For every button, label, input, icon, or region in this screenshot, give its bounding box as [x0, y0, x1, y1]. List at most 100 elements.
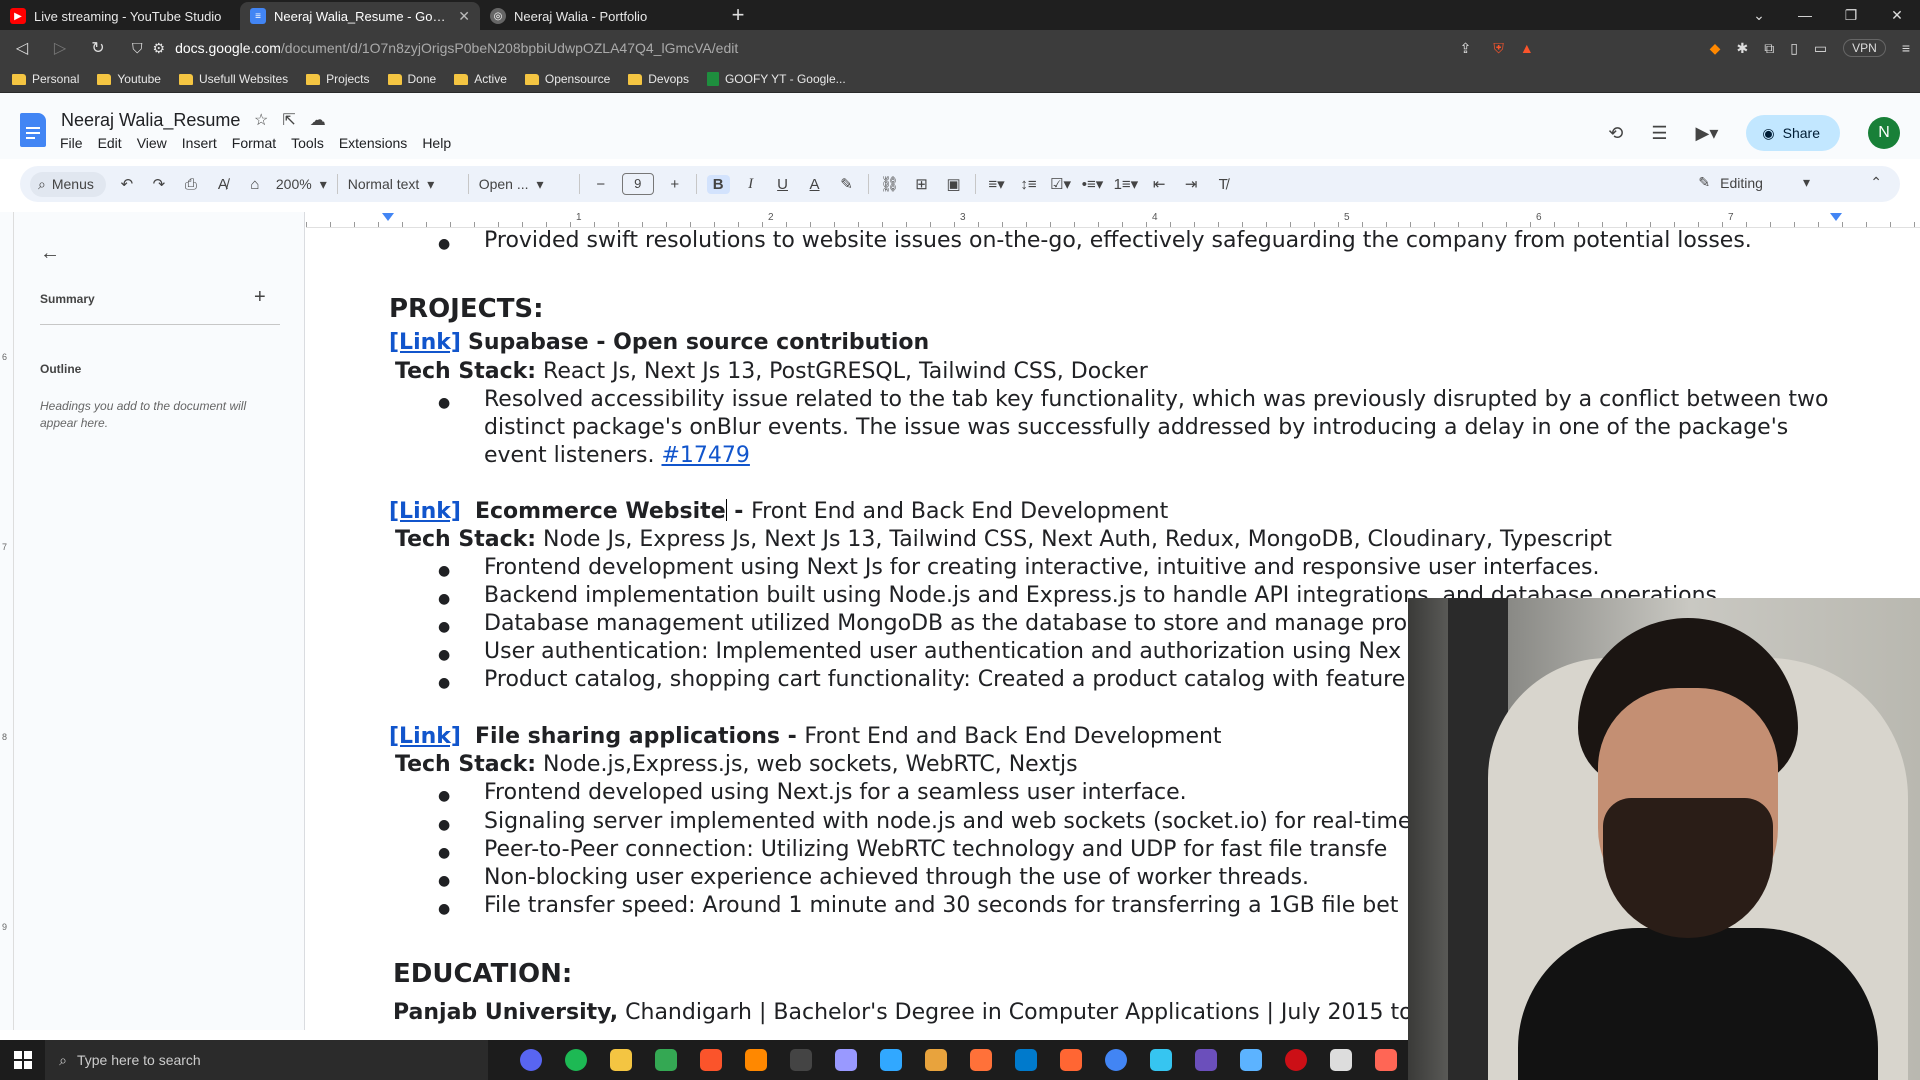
taskbar-app-icon[interactable] [1273, 1040, 1318, 1080]
version-history-icon[interactable]: ⟲ [1608, 123, 1623, 144]
chevron-down-icon[interactable]: ⌄ [1736, 0, 1782, 30]
new-tab-button[interactable]: + [720, 2, 756, 30]
body-line[interactable]: Peer-to-Peer connection: Utilizing WebRT… [484, 837, 1387, 862]
star-icon[interactable]: ☆ [254, 110, 268, 130]
menu-view[interactable]: View [137, 135, 167, 151]
move-icon[interactable]: ⇱ [282, 110, 295, 130]
tech-stack-line[interactable]: Tech Stack: Node Js, Express Js, Next Js… [395, 527, 1612, 552]
line-spacing-icon[interactable]: ↕≡ [1018, 176, 1040, 193]
tech-stack-line[interactable]: Tech Stack: React Js, Next Js 13, PostGR… [395, 359, 1148, 384]
text-color-icon[interactable]: A [804, 176, 826, 193]
link-icon[interactable]: ⛓ [879, 175, 901, 193]
body-line[interactable]: Resolved accessibility issue related to … [484, 387, 1828, 412]
metamask-icon[interactable]: ◆ [1710, 40, 1721, 57]
share-page-icon[interactable]: ⇪ [1460, 40, 1472, 57]
taskbar-app-icon[interactable] [778, 1040, 823, 1080]
close-window-icon[interactable]: ✕ [1874, 0, 1920, 30]
clear-formatting-icon[interactable]: T̸ [1212, 176, 1234, 193]
menu-help[interactable]: Help [422, 135, 451, 151]
body-line[interactable]: File transfer speed: Around 1 minute and… [484, 893, 1398, 918]
comments-icon[interactable]: ☰ [1651, 123, 1667, 144]
italic-icon[interactable]: I [740, 176, 762, 193]
project-link[interactable]: [Link] [389, 330, 461, 355]
sidebar-icon[interactable]: ▯ [1790, 40, 1798, 57]
tech-stack-line[interactable]: Tech Stack: Node.js,Express.js, web sock… [395, 752, 1078, 777]
minimize-icon[interactable]: — [1782, 0, 1828, 30]
zoom-select[interactable]: 200% ▾ [276, 176, 327, 193]
increase-font-size-icon[interactable]: + [664, 176, 686, 193]
share-button[interactable]: ◉ Share [1746, 115, 1840, 151]
body-line[interactable]: event listeners. #17479 [484, 443, 750, 468]
vpn-button[interactable]: VPN [1843, 39, 1886, 57]
chevron-up-icon[interactable]: ⌃ [1870, 174, 1882, 191]
education-line[interactable]: Panjab University, Chandigarh | Bachelor… [393, 1000, 1413, 1025]
body-line[interactable]: Database management utilized MongoDB as … [484, 611, 1407, 636]
decrease-indent-icon[interactable]: ⇤ [1148, 175, 1170, 193]
project-link[interactable]: [Link] [389, 499, 461, 524]
insert-image-icon[interactable]: ▣ [943, 175, 965, 193]
body-line[interactable]: Signaling server implemented with node.j… [484, 809, 1411, 834]
forward-icon[interactable]: ▷ [48, 38, 72, 58]
bookmark-sheet[interactable]: GOOFY YT - Google... [706, 72, 846, 86]
taskbar-app-icon[interactable] [1003, 1040, 1048, 1080]
decrease-font-size-icon[interactable]: − [590, 176, 612, 193]
menu-file[interactable]: File [60, 135, 83, 151]
bulleted-list-icon[interactable]: •≡▾ [1082, 175, 1104, 193]
windows-start-button[interactable] [0, 1040, 45, 1080]
maximize-icon[interactable]: ❐ [1828, 0, 1874, 30]
taskbar-app-icon[interactable] [823, 1040, 868, 1080]
cloud-status-icon[interactable]: ☁ [310, 110, 326, 130]
taskbar-app-icon[interactable] [733, 1040, 778, 1080]
add-comment-icon[interactable]: ⊞ [911, 175, 933, 193]
project-title-line[interactable]: [Link] File sharing applications - Front… [389, 724, 1222, 749]
body-line[interactable]: distinct package's onBlur events. The is… [484, 415, 1788, 440]
wallet-icon[interactable]: ▭ [1814, 40, 1827, 57]
body-line[interactable]: Non-blocking user experience achieved th… [484, 865, 1309, 890]
meet-icon[interactable]: ▶▾ [1696, 123, 1719, 144]
menu-format[interactable]: Format [232, 135, 276, 151]
bookmark-folder[interactable]: Devops [628, 72, 689, 86]
back-icon[interactable]: ◁ [10, 38, 34, 58]
tab-resume-doc[interactable]: ≡ Neeraj Walia_Resume - Google D ✕ [240, 2, 480, 30]
taskbar-app-icon[interactable] [553, 1040, 598, 1080]
taskbar-app-icon[interactable] [868, 1040, 913, 1080]
bold-icon[interactable]: B [706, 174, 730, 194]
bookmark-folder[interactable]: Projects [306, 72, 370, 86]
body-line[interactable]: Frontend developed using Next.js for a s… [484, 780, 1187, 805]
document-title[interactable]: Neeraj Walia_Resume [61, 110, 240, 131]
bookmark-folder[interactable]: Opensource [524, 72, 610, 86]
reload-icon[interactable]: ↻ [86, 38, 110, 58]
bookmark-folder[interactable]: Active [454, 72, 507, 86]
paint-format-icon[interactable]: ⌂ [244, 176, 266, 193]
site-info-icon[interactable]: ⚙ [153, 40, 166, 57]
url-field[interactable]: ⛉ ⚙ docs.google.com/document/d/1O7n8zyjO… [124, 34, 1480, 62]
bookmark-folder[interactable]: Done [387, 72, 436, 86]
menu-edit[interactable]: Edit [98, 135, 122, 151]
url-text[interactable]: docs.google.com/document/d/1O7n8zyjOrigs… [175, 40, 1450, 56]
google-docs-logo-icon[interactable] [20, 113, 46, 147]
style-select[interactable]: Normal text ▾ [348, 176, 458, 193]
taskbar-app-icon[interactable] [1228, 1040, 1273, 1080]
brave-rewards-icon[interactable]: ▲ [1520, 40, 1534, 56]
taskbar-app-icon[interactable] [1048, 1040, 1093, 1080]
body-line[interactable]: Provided swift resolutions to website is… [484, 228, 1752, 253]
taskbar-app-icon[interactable] [1363, 1040, 1408, 1080]
taskbar-app-icon[interactable] [688, 1040, 733, 1080]
section-heading[interactable]: EDUCATION: [393, 959, 572, 989]
taskbar-app-icon[interactable] [1183, 1040, 1228, 1080]
taskbar-app-icon[interactable] [1138, 1040, 1183, 1080]
taskbar-search[interactable]: ⌕ Type here to search [45, 1040, 488, 1080]
body-line[interactable]: Product catalog, shopping cart functiona… [484, 667, 1405, 692]
project-title-line[interactable]: [Link] Ecommerce Website - Front End and… [389, 499, 1168, 524]
undo-icon[interactable]: ↶ [116, 175, 138, 193]
bookmark-folder[interactable]: Youtube [97, 72, 161, 86]
menu-icon[interactable]: ≡ [1902, 40, 1910, 56]
checklist-icon[interactable]: ☑▾ [1050, 175, 1072, 193]
menus-search[interactable]: ⌕ Menus [30, 171, 106, 197]
print-icon[interactable]: ⎙ [180, 176, 202, 193]
bookmark-folder[interactable]: Personal [12, 72, 79, 86]
back-arrow-icon[interactable]: ← [40, 242, 60, 265]
redo-icon[interactable]: ↷ [148, 175, 170, 193]
add-summary-icon[interactable]: + [254, 286, 266, 309]
project-title-line[interactable]: [Link] Supabase - Open source contributi… [389, 330, 929, 355]
